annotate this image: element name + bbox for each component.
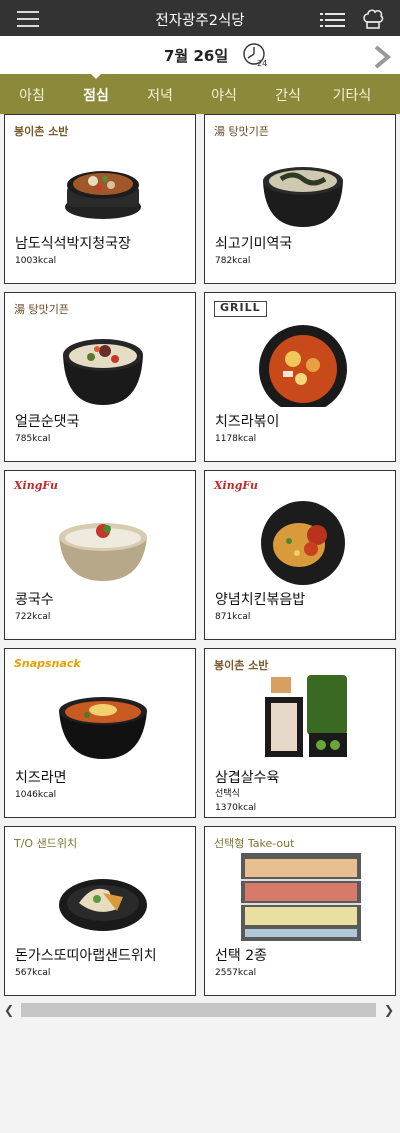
chevron-right-icon[interactable]	[372, 45, 392, 69]
brand-logo: 봉이촌 소반	[14, 125, 69, 138]
dish-image	[63, 339, 143, 405]
clock-badge: 24	[257, 59, 267, 68]
menu-name: 얼큰순댓국	[15, 414, 80, 430]
dish-image	[59, 523, 147, 581]
menu-card[interactable]: 봉이촌 소반 남도식석박지청국장 1003kcal	[4, 114, 196, 284]
menu-card[interactable]: GRILL 치즈라볶이 1178kcal	[204, 292, 396, 462]
menu-kcal: 782kcal	[215, 256, 251, 266]
brand-logo: XingFu	[14, 479, 59, 492]
brand-logo: 湯 탕맛기픈	[214, 125, 269, 138]
menu-name: 양념치킨볶음밥	[215, 592, 306, 608]
menu-kcal: 567kcal	[15, 968, 51, 978]
menu-card[interactable]: T/O 샌드위치 돈가스또띠아랩샌드위치 567kcal	[4, 826, 196, 996]
date-bar: 7월 26일 24	[0, 36, 400, 74]
tab-snack[interactable]: 간식	[258, 85, 318, 105]
menu-kcal: 871kcal	[215, 612, 251, 622]
menu-name: 삼겹살수육	[215, 770, 280, 786]
menu-kcal: 722kcal	[15, 612, 51, 622]
menu-kcal: 2557kcal	[215, 968, 257, 978]
dish-image	[241, 853, 361, 941]
dish-image	[65, 171, 141, 219]
menu-kcal: 1046kcal	[15, 790, 57, 800]
chef-hat-icon[interactable]	[362, 8, 384, 30]
menu-card[interactable]: Snapsnack 치즈라면 1046kcal	[4, 648, 196, 818]
menu-name: 치즈라면	[15, 770, 67, 786]
menu-name: 선택 2종	[215, 948, 267, 964]
menu-card[interactable]: 湯 탕맛기픈 쇠고기미역국 782kcal	[204, 114, 396, 284]
dish-image	[261, 501, 345, 585]
active-tab-pointer	[90, 73, 102, 79]
menu-kcal: 1003kcal	[15, 256, 57, 266]
scroll-left-icon[interactable]: ❮	[4, 1003, 14, 1017]
menu-card[interactable]: XingFu 콩국수 722kcal	[4, 470, 196, 640]
tab-breakfast[interactable]: 아침	[2, 85, 62, 105]
meal-tabs: 아침 점심 저녁 야식 간식 기타식	[0, 73, 400, 114]
menu-card[interactable]: 선택형 Take-out 선택 2종 2557kcal	[204, 826, 396, 996]
dish-image	[265, 675, 347, 757]
tab-late-night[interactable]: 야식	[194, 85, 254, 105]
brand-logo: T/O 샌드위치	[14, 837, 78, 850]
24-hour-clock-icon[interactable]: 24	[242, 42, 268, 68]
dish-image	[259, 325, 347, 407]
scroll-right-icon[interactable]: ❯	[384, 1003, 394, 1017]
top-bar: 전자광주2식당	[0, 0, 400, 36]
menu-name: 돈가스또띠아랩샌드위치	[15, 948, 157, 964]
dish-image	[59, 879, 147, 931]
menu-card[interactable]: 湯 탕맛기픈 얼큰순댓국 785kcal	[4, 292, 196, 462]
menu-kcal: 1178kcal	[215, 434, 257, 444]
brand-logo: 선택형 Take-out	[214, 837, 295, 850]
menu-name: 남도식석박지청국장	[15, 236, 131, 252]
scroll-thumb[interactable]	[21, 1003, 376, 1017]
tab-lunch[interactable]: 점심	[66, 85, 126, 105]
brand-logo: Snapsnack	[14, 657, 81, 670]
menu-kcal: 1370kcal	[215, 803, 257, 813]
tab-other[interactable]: 기타식	[322, 85, 382, 105]
horizontal-scrollbar[interactable]: ❮ ❯	[0, 1001, 400, 1019]
menu-name: 치즈라볶이	[215, 414, 280, 430]
brand-logo: GRILL	[214, 301, 267, 317]
date-label: 7월 26일	[164, 47, 229, 65]
menu-name: 콩국수	[15, 592, 54, 608]
tab-dinner[interactable]: 저녁	[130, 85, 190, 105]
dish-image	[263, 167, 343, 227]
brand-logo: 봉이촌 소반	[214, 659, 269, 672]
menu-card[interactable]: XingFu 양념치킨볶음밥 871kcal	[204, 470, 396, 640]
brand-logo: XingFu	[214, 479, 259, 492]
brand-logo: 湯 탕맛기픈	[14, 303, 69, 316]
list-icon[interactable]	[320, 12, 346, 28]
menu-kcal: 785kcal	[15, 434, 51, 444]
menu-name: 쇠고기미역국	[215, 236, 293, 252]
menu-card[interactable]: 봉이촌 소반 삼겹살수육 선택식 1370kcal	[204, 648, 396, 818]
dish-image	[59, 697, 147, 759]
menu-sub-label: 선택식	[215, 789, 240, 799]
